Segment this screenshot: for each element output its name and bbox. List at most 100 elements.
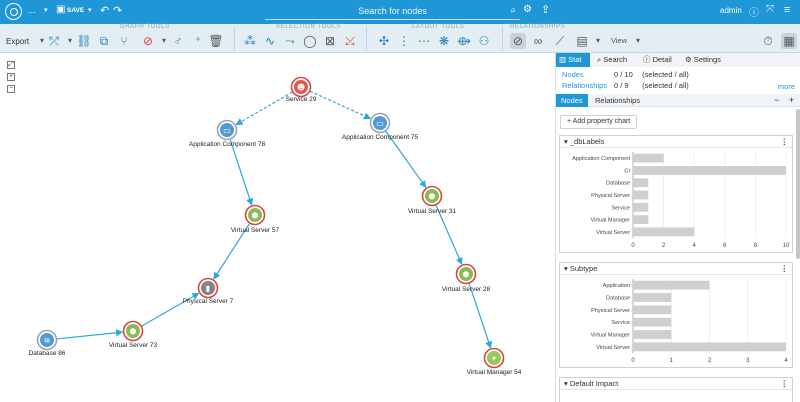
select-relationships-icon[interactable]: ⤳ (282, 33, 298, 49)
graph-edge[interactable] (468, 283, 493, 349)
graph-node[interactable]: ▭ Application Component 75 (342, 112, 419, 142)
chart-bar[interactable] (633, 178, 649, 188)
user-name[interactable]: admin (720, 6, 742, 15)
chart-bar[interactable] (633, 330, 672, 339)
graph-node[interactable]: ⬢ Virtual Server 73 (109, 320, 158, 350)
graph-node[interactable]: ✦ Virtual Manager 54 (467, 347, 522, 377)
save-button[interactable]: SAVE (67, 7, 84, 14)
relationship-link-icon[interactable]: ∞ (530, 33, 546, 49)
add-property-chart-button[interactable]: + Add property chart (560, 115, 638, 129)
chart-bar[interactable] (633, 190, 649, 200)
chart-bar[interactable] (633, 342, 786, 352)
document-caret-icon[interactable]: ▾ (590, 33, 606, 49)
save-caret-icon[interactable]: ▾ (88, 6, 92, 14)
chart-card-header[interactable]: ▾ Default Impact ⋮ (560, 378, 792, 390)
view-button[interactable]: View (606, 33, 632, 49)
nodes-link[interactable]: Nodes (562, 70, 614, 79)
tab-settings[interactable]: ⚙ Settings (682, 53, 724, 67)
chart-bar[interactable] (633, 293, 672, 302)
layout-circle-icon[interactable]: ❋ (436, 33, 452, 49)
chart-category-label: Application Component (572, 156, 630, 162)
chart-title: _dbLabels (569, 137, 605, 146)
document-icon[interactable]: ▤ (574, 33, 590, 49)
upload-icon[interactable]: ⇪ (541, 3, 550, 16)
add-node-icon[interactable]: ♂ (170, 33, 186, 49)
calendar-panel-icon[interactable]: ▦ (781, 33, 797, 49)
search-input[interactable] (265, 3, 520, 20)
expand-icon[interactable]: + (789, 94, 794, 107)
graph-node[interactable]: ≋ Database 86 (29, 329, 66, 358)
search-icon[interactable]: ⌕ (510, 5, 516, 16)
chart-bar[interactable] (633, 280, 710, 290)
deselect-icon[interactable]: ⊠ (322, 33, 338, 49)
graph-edge[interactable] (235, 91, 293, 126)
chart-bar[interactable] (633, 305, 672, 315)
search-settings-icon[interactable]: ⚙ (523, 4, 532, 15)
hamburger-menu-icon[interactable]: ≡ (784, 4, 790, 16)
chart-bar[interactable] (633, 166, 786, 175)
delete-icon[interactable]: 🗑 (208, 33, 224, 49)
graph-edge[interactable] (56, 329, 124, 340)
select-neighbors-icon[interactable]: ⁂ (242, 33, 258, 49)
card-menu-icon[interactable]: ⋮ (781, 136, 789, 148)
expand-nodes-icon[interactable]: ⤱ (46, 33, 62, 49)
graph-node[interactable]: ☻ Service 29 (286, 76, 317, 104)
clear-selection-icon[interactable]: ⤩ (342, 33, 358, 49)
graph-node[interactable]: ⬢ Virtual Server 31 (408, 185, 457, 216)
chart-card-subtype: ▾ Subtype ⋮ 0 1 2 3 4 Application Database Phys… (559, 262, 793, 368)
graph-edge[interactable] (229, 139, 254, 206)
panel-scrollbar[interactable] (796, 109, 800, 259)
graph-edge[interactable] (309, 90, 372, 120)
show-relationships-icon[interactable]: ⊘ (510, 33, 526, 49)
timer-icon[interactable]: ⏱ (760, 33, 776, 49)
tab-search[interactable]: ⌕ Search (594, 53, 630, 67)
layout-force-icon[interactable]: ✣ (376, 33, 392, 49)
chart-bar[interactable] (633, 153, 664, 163)
invert-selection-icon[interactable]: ◯ (302, 33, 318, 49)
layout-horizontal-icon[interactable]: ⋯ (416, 33, 432, 49)
link-nodes-icon[interactable]: ⧉ (96, 33, 112, 49)
menu-caret-icon[interactable]: ▾ (44, 6, 48, 14)
relationships-link[interactable]: Relationships (562, 81, 614, 90)
export-button[interactable]: Export (6, 37, 29, 46)
layout-tree-icon[interactable]: ⟴ (456, 33, 472, 49)
card-menu-icon[interactable]: ⋮ (781, 378, 789, 390)
add-relationship-icon[interactable]: ⁺ (190, 33, 206, 49)
chart-bar[interactable] (633, 215, 649, 224)
chart-card-header[interactable]: ▾ Subtype ⋮ (560, 263, 792, 275)
view-caret-icon[interactable]: ▾ (630, 33, 646, 49)
graph-node[interactable]: ⬢ Virtual Server 28 (442, 263, 491, 294)
layout-hierarchy-icon[interactable]: ⚇ (476, 33, 492, 49)
subtab-nodes[interactable]: Nodes (556, 94, 588, 107)
tab-detail-label: Detail (652, 55, 672, 64)
chart-bar[interactable] (633, 317, 672, 327)
tree-tool-icon[interactable]: ⑂ (116, 33, 132, 49)
remove-icon[interactable]: ⊘ (140, 33, 156, 49)
tab-detail[interactable]: ⓘ Detail (640, 53, 675, 67)
fullscreen-icon[interactable]: ⤧ (766, 4, 774, 15)
info-icon[interactable]: ⓘ (749, 4, 759, 19)
chart-category-label: Service (611, 205, 630, 211)
layout-vertical-icon[interactable]: ⋮ (396, 33, 412, 49)
more-link[interactable]: more (778, 82, 795, 91)
chart-card-header[interactable]: ▾ _dbLabels ⋮ (560, 136, 792, 148)
chart-tick-label: 8 (754, 243, 758, 249)
card-menu-icon[interactable]: ⋮ (781, 263, 789, 275)
tab-stat[interactable]: ▥ Stat (556, 53, 590, 67)
graph-node[interactable]: ▮ Physical Server 7 (183, 277, 234, 306)
chart-bar[interactable] (633, 227, 695, 237)
graph-canvas[interactable]: ⤢ + − ☻ Service 29 ▭ Application Component … (0, 53, 552, 402)
select-path-icon[interactable]: ∿ (262, 33, 278, 49)
undo-icon[interactable]: ↶ (100, 4, 109, 17)
save-icon[interactable]: ▣ (56, 4, 65, 15)
relationship-arrow-icon[interactable]: ⟋ (552, 33, 568, 49)
redo-icon[interactable]: ↷ (113, 4, 122, 17)
graph-node[interactable]: ⬢ Virtual Server 57 (231, 204, 280, 235)
subtab-relationships[interactable]: Relationships (590, 94, 645, 107)
chart-bar[interactable] (633, 202, 649, 212)
app-logo-icon[interactable] (5, 3, 22, 20)
main-menu-button[interactable]: ... (28, 5, 36, 15)
path-tool-icon[interactable]: ⛓ (76, 33, 92, 49)
collapse-icon[interactable]: − (774, 94, 779, 107)
graph-node[interactable]: ▭ Application Component 78 (189, 119, 266, 149)
